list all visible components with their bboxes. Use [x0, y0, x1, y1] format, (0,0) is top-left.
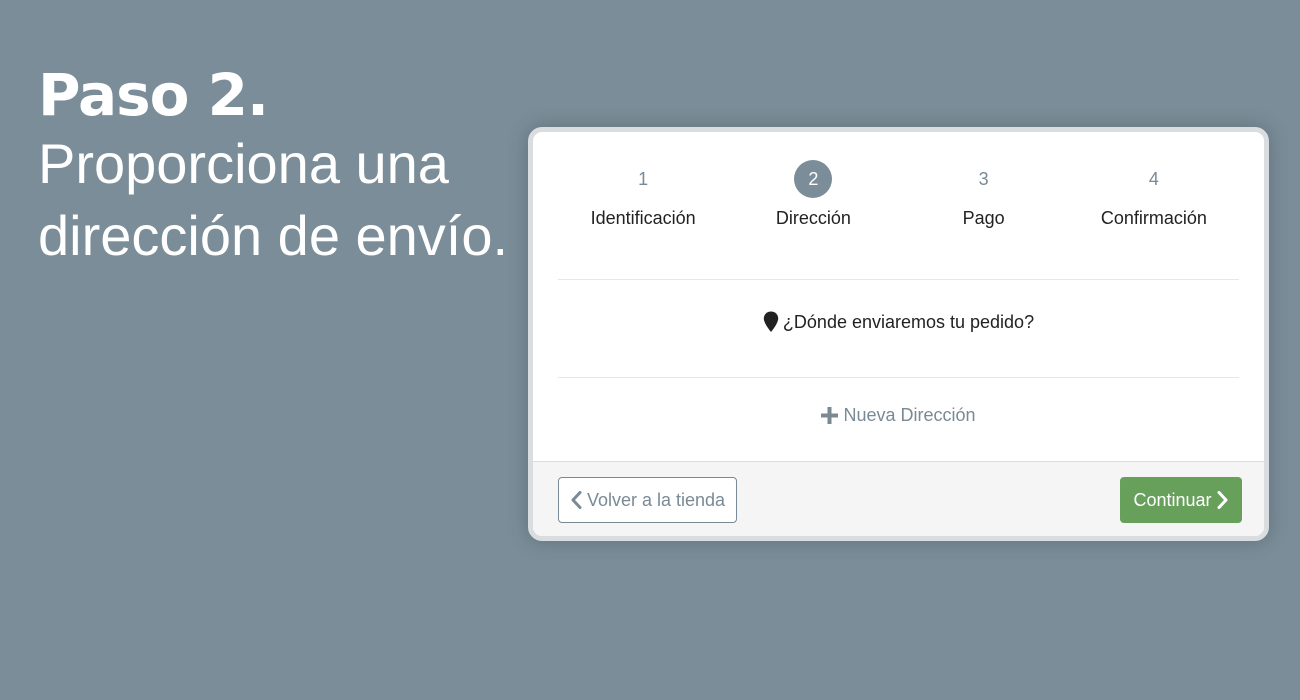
chevron-left-icon: [570, 491, 582, 509]
step-number: 4: [1148, 168, 1159, 189]
step-description-line-1: Proporciona una: [38, 132, 449, 195]
step-description-line-2: dirección de envío.: [38, 204, 509, 267]
checkout-steps: 1 Identificación 2 Dirección 3 Pago 4 Co…: [558, 160, 1239, 280]
new-address-label: Nueva Dirección: [843, 404, 976, 425]
checkout-card: 1 Identificación 2 Dirección 3 Pago 4 Co…: [528, 127, 1269, 541]
step-title: Paso 2.: [38, 61, 269, 129]
step-label: Confirmación: [1100, 208, 1207, 228]
checkout-card-footer: Volver a la tienda Continuar: [533, 461, 1264, 536]
continue-label: Continuar: [1133, 489, 1212, 510]
step-identificacion[interactable]: 1 Identificación: [558, 160, 728, 280]
step-number: 1: [638, 168, 649, 189]
plus-icon: [821, 406, 839, 424]
back-to-store-button[interactable]: Volver a la tienda: [558, 477, 737, 523]
step-number: 3: [978, 168, 989, 189]
continue-button[interactable]: Continuar: [1120, 477, 1242, 523]
step-label: Identificación: [590, 208, 696, 228]
new-address-link[interactable]: Nueva Dirección: [558, 400, 1239, 430]
map-pin-icon: [763, 311, 779, 333]
checkout-card-body: 1 Identificación 2 Dirección 3 Pago 4 Co…: [558, 132, 1239, 463]
step-label: Dirección: [775, 208, 851, 228]
step-direccion[interactable]: 2 Dirección: [728, 160, 898, 280]
step-confirmacion[interactable]: 4 Confirmación: [1069, 160, 1239, 280]
step-number-active: 2: [794, 160, 833, 198]
chevron-right-icon: [1217, 491, 1229, 509]
back-to-store-label: Volver a la tienda: [586, 489, 726, 510]
divider: [558, 377, 1239, 378]
shipping-question: ¿Dónde enviaremos tu pedido?: [558, 307, 1239, 337]
divider: [558, 279, 1239, 280]
step-pago[interactable]: 3 Pago: [899, 160, 1069, 280]
step-label: Pago: [962, 208, 1005, 228]
shipping-question-text: ¿Dónde enviaremos tu pedido?: [782, 311, 1035, 332]
page-heading: Paso 2. Proporciona una dirección de env…: [38, 62, 518, 272]
